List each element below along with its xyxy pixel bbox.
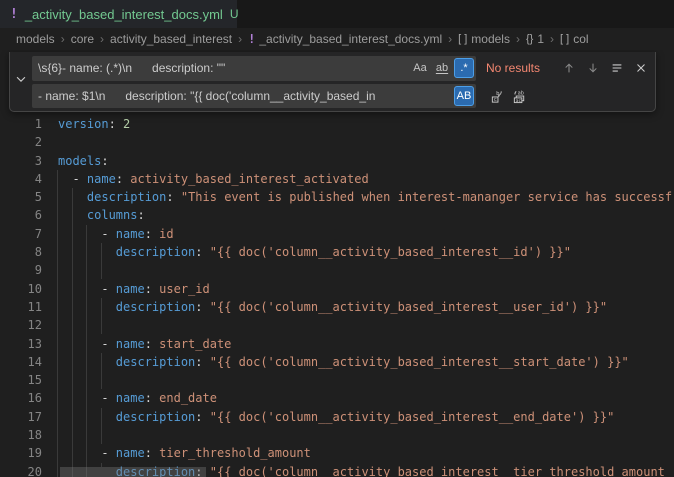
code-line[interactable]: description: "{{ doc('column__activity_b… bbox=[58, 243, 674, 261]
gutter: 1234567891011121314151617181920 bbox=[0, 115, 42, 477]
breadcrumb-item-activity-based-interest[interactable]: activity_based_interest bbox=[110, 32, 232, 46]
code-line[interactable]: - name: activity_based_interest_activate… bbox=[58, 170, 674, 188]
breadcrumb-label: _activity_based_interest_docs.yml bbox=[259, 32, 442, 46]
line-number: 7 bbox=[0, 225, 42, 243]
line-number: 10 bbox=[0, 280, 42, 298]
breadcrumb-separator: › bbox=[516, 32, 520, 46]
tab-bar: ! _activity_based_interest_docs.yml U bbox=[0, 0, 674, 28]
tab-filename: _activity_based_interest_docs.yml bbox=[25, 7, 223, 22]
symbol-icon: {} bbox=[526, 33, 533, 45]
breadcrumb-separator: › bbox=[448, 32, 452, 46]
yaml-file-icon: ! bbox=[10, 7, 18, 22]
breadcrumb-label: activity_based_interest bbox=[110, 32, 232, 46]
breadcrumb-item-models[interactable]: models bbox=[16, 32, 55, 46]
whole-word-button[interactable]: ab bbox=[432, 58, 452, 78]
line-number: 12 bbox=[0, 316, 42, 334]
code-line[interactable] bbox=[58, 426, 674, 444]
breadcrumb-label: col bbox=[573, 32, 588, 46]
replace-button[interactable]: b c bbox=[486, 85, 508, 107]
code-line[interactable] bbox=[58, 316, 674, 334]
toggle-replace-button[interactable] bbox=[10, 52, 32, 111]
line-number: 3 bbox=[0, 152, 42, 170]
breadcrumb-separator: › bbox=[550, 32, 554, 46]
line-number: 15 bbox=[0, 371, 42, 389]
line-number: 20 bbox=[0, 463, 42, 477]
code-line[interactable]: description: "{{ doc('column__activity_b… bbox=[58, 353, 674, 371]
code-line[interactable]: - name: start_date bbox=[58, 335, 674, 353]
editor[interactable]: 1234567891011121314151617181920 version:… bbox=[0, 50, 674, 477]
find-next-button[interactable] bbox=[582, 57, 604, 79]
regex-button[interactable]: .* bbox=[454, 58, 474, 78]
horizontal-scrollbar[interactable] bbox=[60, 467, 206, 477]
code-line[interactable]: - name: user_id bbox=[58, 280, 674, 298]
svg-text:c: c bbox=[493, 97, 496, 103]
code-line[interactable]: - name: end_date bbox=[58, 389, 674, 407]
vscode-window: ! _activity_based_interest_docs.yml U mo… bbox=[0, 0, 674, 477]
match-case-button[interactable]: Aa bbox=[410, 58, 430, 78]
yaml-file-icon: ! bbox=[248, 32, 255, 46]
breadcrumb-item-core[interactable]: core bbox=[71, 32, 94, 46]
tab-activity-based-interest-docs[interactable]: ! _activity_based_interest_docs.yml U bbox=[0, 0, 237, 28]
find-in-selection-button[interactable] bbox=[606, 57, 628, 79]
symbol-icon: [ ] bbox=[560, 33, 569, 45]
breadcrumb-label: 1 bbox=[537, 32, 544, 46]
line-number: 13 bbox=[0, 335, 42, 353]
replace-all-button[interactable]: ab ac bbox=[508, 85, 530, 107]
code-line[interactable] bbox=[58, 261, 674, 279]
breadcrumb: models › core › activity_based_interest ›! _ac… bbox=[0, 28, 674, 50]
line-number: 16 bbox=[0, 389, 42, 407]
code-line[interactable] bbox=[58, 133, 674, 151]
breadcrumb-item-1[interactable]: {} 1 bbox=[526, 32, 544, 46]
svg-text:b: b bbox=[496, 91, 500, 97]
breadcrumb-item-models[interactable]: [ ] models bbox=[458, 32, 510, 46]
line-number: 5 bbox=[0, 188, 42, 206]
code-line[interactable]: description: "{{ doc('column__activity_b… bbox=[58, 298, 674, 316]
close-find-widget-button[interactable] bbox=[630, 57, 652, 79]
line-number: 4 bbox=[0, 170, 42, 188]
line-number: 11 bbox=[0, 298, 42, 316]
breadcrumb-separator: › bbox=[238, 32, 242, 46]
breadcrumb-item-col[interactable]: [ ] col bbox=[560, 32, 589, 46]
code-line[interactable]: - name: tier_threshold_amount bbox=[58, 444, 674, 462]
line-number: 18 bbox=[0, 426, 42, 444]
line-number: 6 bbox=[0, 206, 42, 224]
git-status-badge: U bbox=[230, 7, 239, 21]
line-number: 9 bbox=[0, 261, 42, 279]
line-number: 2 bbox=[0, 133, 42, 151]
breadcrumb-label: models bbox=[16, 32, 55, 46]
replace-input[interactable] bbox=[32, 84, 476, 108]
find-results-status: No results bbox=[486, 61, 556, 75]
preserve-case-button[interactable]: AB bbox=[454, 86, 474, 106]
line-number: 8 bbox=[0, 243, 42, 261]
line-number: 17 bbox=[0, 408, 42, 426]
code-line[interactable]: columns: bbox=[58, 206, 674, 224]
code-lines: version: 2 models: - name: activity_based… bbox=[58, 115, 674, 477]
line-number: 19 bbox=[0, 444, 42, 462]
code-line[interactable]: description: "{{ doc('column__activity_b… bbox=[58, 408, 674, 426]
breadcrumb-label: models bbox=[471, 32, 510, 46]
code-line[interactable]: - name: id bbox=[58, 225, 674, 243]
breadcrumb-separator: › bbox=[61, 32, 65, 46]
line-number: 14 bbox=[0, 353, 42, 371]
find-replace-widget: Aa ab .* No results bbox=[9, 52, 656, 112]
code-line[interactable]: description: "This event is published wh… bbox=[58, 188, 674, 206]
line-number: 1 bbox=[0, 115, 42, 133]
breadcrumb-label: core bbox=[71, 32, 94, 46]
find-previous-button[interactable] bbox=[558, 57, 580, 79]
code-line[interactable] bbox=[58, 371, 674, 389]
breadcrumb-item-activity-based-interest-docs-yml[interactable]: ! _activity_based_interest_docs.yml bbox=[248, 32, 442, 46]
code-line[interactable]: version: 2 bbox=[58, 115, 674, 133]
breadcrumb-separator: › bbox=[100, 32, 104, 46]
code-line[interactable]: models: bbox=[58, 152, 674, 170]
symbol-icon: [ ] bbox=[458, 33, 467, 45]
chevron-down-icon bbox=[14, 72, 28, 91]
svg-text:ac: ac bbox=[515, 98, 521, 103]
